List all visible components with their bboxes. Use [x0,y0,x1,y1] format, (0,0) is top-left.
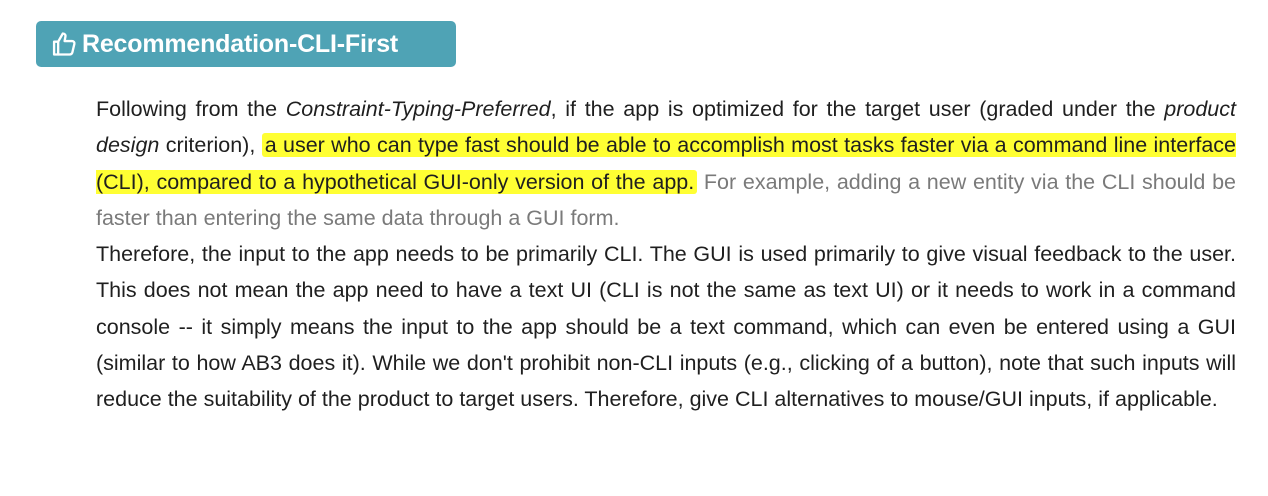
paragraph-cli-input: Therefore, the input to the app needs to… [96,242,1236,412]
thumbs-up-icon [50,30,78,58]
constraint-reference: Constraint-Typing-Preferred [285,97,551,121]
text-segment: Following from the [96,97,286,121]
text-segment: criterion), [159,133,262,158]
recommendation-badge: Recommendation-CLI-First [36,21,456,67]
text-segment: , if the app is optimized for the target… [550,97,1165,121]
badge-title: Recommendation-CLI-First [82,29,399,58]
paragraph-constraint: Following from the Constraint-Typing-Pre… [96,91,1236,236]
recommendation-body: Following from the Constraint-Typing-Pre… [96,91,1236,418]
